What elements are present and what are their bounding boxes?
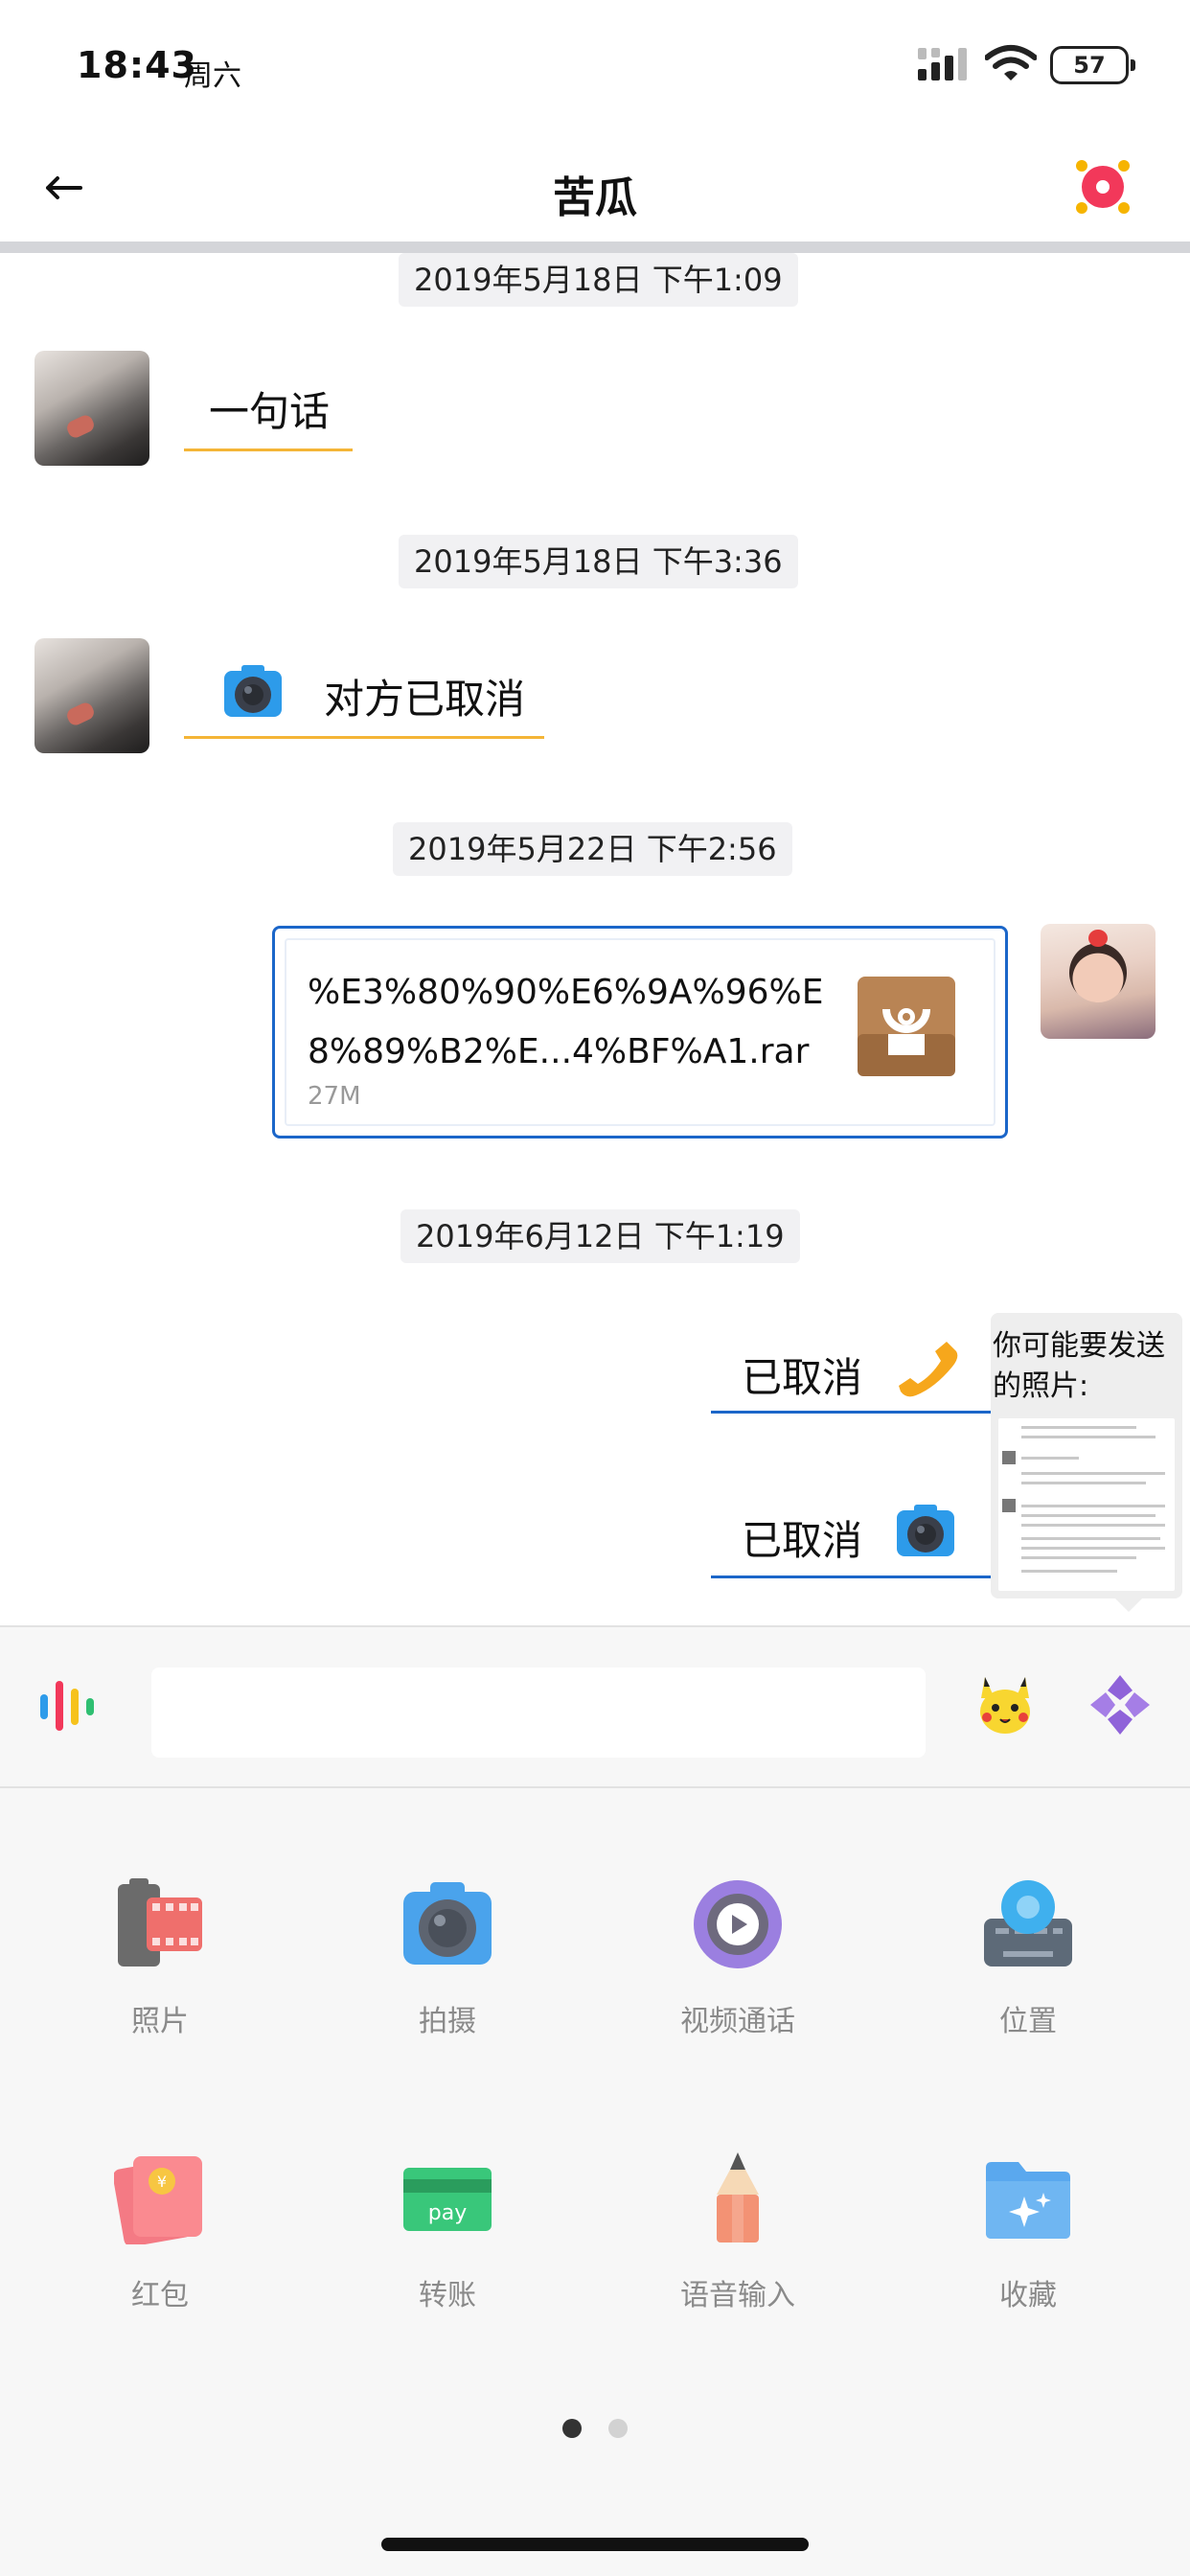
nav-bar: 苦瓜 [0,134,1190,242]
signal-icon [918,48,967,80]
file-size: 27M [308,1082,361,1111]
file-message[interactable]: %E3%80%90%E6%9A%96%E8%89%B2%E...4%BF%A1.… [272,926,1008,1138]
message-underline [184,736,544,739]
timestamp: 2019年5月18日 下午3:36 [399,535,798,588]
contact-avatar[interactable] [34,638,149,753]
more-functions-icon[interactable] [1088,1673,1152,1736]
message-underline [711,1576,993,1578]
svg-text:pay: pay [428,2201,467,2225]
text-message[interactable]: 一句话 [209,380,330,438]
transfer-icon: pay [403,2168,492,2231]
status-time: 18:43 [77,44,197,86]
suggested-photo-popup[interactable]: 你可能要发送的照片: [991,1313,1182,1612]
call-cancelled-message[interactable]: 对方已取消 [324,667,525,725]
wifi-icon [985,45,1037,80]
timestamp: 2019年5月18日 下午1:09 [399,253,798,307]
message-underline [184,448,353,451]
voice-icon[interactable] [38,1677,100,1735]
profile-icon[interactable] [1073,157,1133,217]
camera-icon [403,1882,492,1965]
panel-item-label: 红包 [131,2279,189,2312]
video-camera-icon [897,1505,954,1556]
archive-file-icon [858,977,955,1076]
favorites-icon [986,2162,1070,2239]
contact-avatar[interactable] [34,351,149,466]
panel-item-camera[interactable]: 拍摄 [304,1878,591,2108]
my-avatar[interactable] [1041,924,1156,1039]
suggested-photo-label: 你可能要发送的照片: [993,1329,1165,1403]
red-packet-icon: ¥ [114,2156,202,2244]
panel-item-label: 语音输入 [680,2279,795,2312]
video-camera-icon [224,665,282,717]
photo-icon [118,1878,202,1966]
panel-item-video-call[interactable]: 视频通话 [594,1878,881,2108]
video-call-icon [694,1880,782,1968]
input-bar [0,1625,1190,1788]
location-icon [984,1880,1072,1966]
panel-item-voice-input[interactable]: 语音输入 [594,2152,881,2382]
status-day: 周六 [184,59,241,93]
page-dot-active[interactable] [562,2419,582,2438]
panel-item-label: 收藏 [999,2279,1057,2312]
video-call-cancelled[interactable]: 已取消 [742,1508,862,1567]
panel-item-label: 位置 [999,2005,1057,2038]
panel-item-favorites[interactable]: 收藏 [884,2152,1172,2382]
panel-item-photo[interactable]: 照片 [16,1878,304,2108]
panel-item-label: 照片 [131,2005,189,2038]
suggested-photo-thumbnail[interactable] [998,1418,1175,1591]
page-dot[interactable] [608,2419,628,2438]
message-underline [711,1411,993,1414]
timestamp: 2019年6月12日 下午1:19 [400,1209,800,1263]
page-title: 苦瓜 [553,173,637,222]
panel-item-label: 拍摄 [419,2005,476,2038]
status-bar: 18:43 周六 57 [0,0,1190,134]
panel-item-transfer[interactable]: pay 转账 [304,2152,591,2382]
nav-divider [0,242,1190,253]
page-indicator [0,2419,1190,2438]
home-indicator[interactable] [381,2538,809,2551]
voice-call-cancelled[interactable]: 已取消 [742,1346,862,1404]
battery-icon: 57 [1050,46,1135,84]
message-input[interactable] [151,1668,926,1758]
emoji-pikachu-icon[interactable] [973,1673,1037,1736]
panel-item-location[interactable]: 位置 [884,1878,1172,2108]
file-name: %E3%80%90%E6%9A%96%E8%89%B2%E...4%BF%A1.… [308,973,824,1071]
panel-item-label: 视频通话 [680,2005,795,2038]
svg-text:¥: ¥ [157,2173,167,2191]
phone-icon [899,1342,958,1397]
timestamp: 2019年5月22日 下午2:56 [393,822,792,876]
voice-input-icon [717,2152,759,2242]
panel-item-label: 转账 [419,2279,476,2312]
battery-level: 57 [1073,52,1106,79]
panel-item-red-packet[interactable]: ¥ 红包 [16,2152,304,2382]
